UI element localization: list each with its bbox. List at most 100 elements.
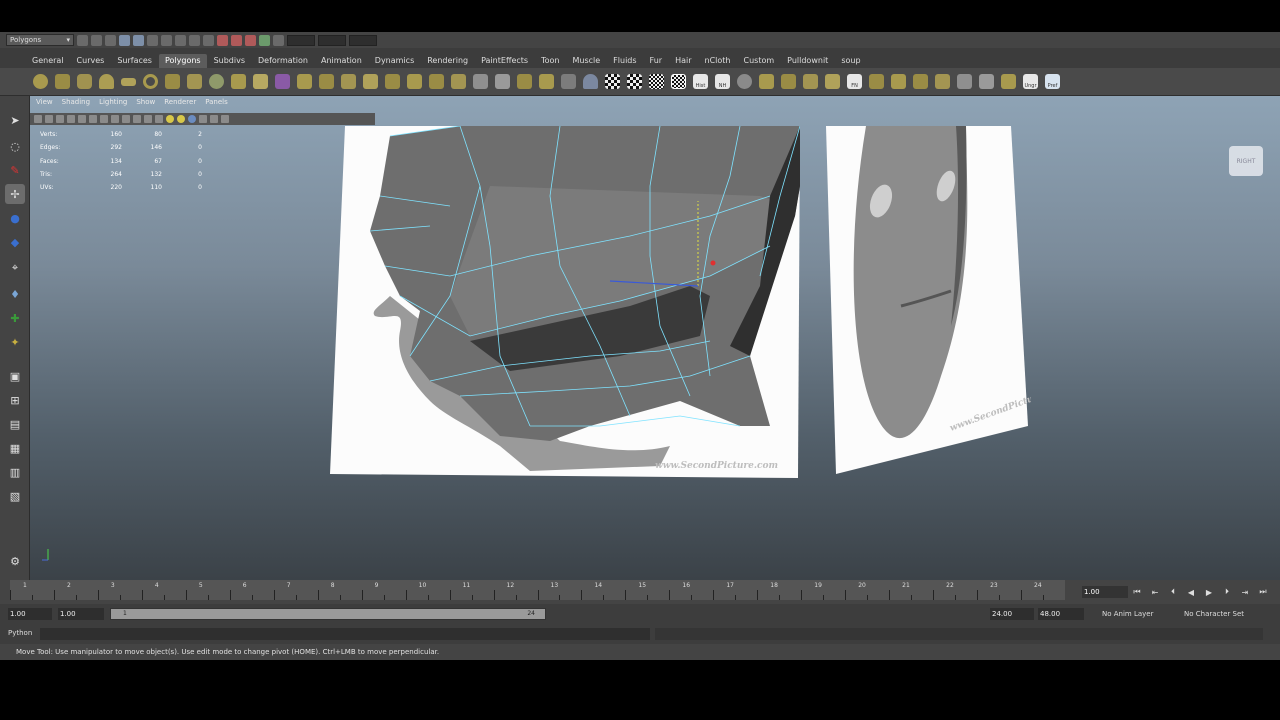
go-to-end-icon[interactable]: ⏭ (1256, 586, 1270, 598)
uv-grid-icon[interactable] (646, 71, 667, 92)
append-icon[interactable] (448, 71, 469, 92)
isolate-select-icon[interactable] (199, 115, 207, 123)
shelf-tab-polygons[interactable]: Polygons (158, 54, 207, 68)
delete-history-icon[interactable] (998, 71, 1019, 92)
time-slider[interactable]: 1 2 3 4 5 6 7 8 9 10 11 12 13 14 15 16 17 18 19 20 21 22 23 24 … (0, 580, 1280, 604)
viewport-menu-panels[interactable]: Panels (205, 98, 228, 109)
paint-select-icon[interactable]: ✎ (5, 160, 25, 180)
uv-layout-icon[interactable] (668, 71, 689, 92)
lights-icon[interactable] (166, 115, 174, 123)
cone-tool-icon[interactable] (580, 71, 601, 92)
shelf-tab-muscle[interactable]: Muscle (566, 54, 606, 68)
layout-single-icon[interactable]: ▣ (5, 366, 25, 386)
select-object-icon[interactable] (133, 34, 144, 46)
poly-sphere-icon[interactable] (30, 71, 51, 92)
soft-mod-icon[interactable]: ✚ (5, 308, 25, 328)
fn-button[interactable]: FN (844, 71, 865, 92)
extract-icon[interactable] (316, 71, 337, 92)
bridge-icon[interactable] (426, 71, 447, 92)
viewport-menu-shading[interactable]: Shading (62, 98, 90, 109)
snap-curve-icon[interactable] (175, 34, 186, 46)
move-tool-icon[interactable]: ✢ (5, 184, 25, 204)
merge-icon[interactable] (558, 71, 579, 92)
smooth-icon[interactable] (338, 71, 359, 92)
textured-icon[interactable] (155, 115, 163, 123)
poly-cube-icon[interactable] (52, 71, 73, 92)
freeze-icon[interactable] (822, 71, 843, 92)
separate-icon[interactable] (294, 71, 315, 92)
viewport[interactable]: View Shading Lighting Show Renderer Panels Ve… (30, 96, 1280, 580)
last-tool-icon[interactable]: ♦ (5, 284, 25, 304)
shadows-icon[interactable] (177, 115, 185, 123)
select-component-icon[interactable] (147, 34, 158, 46)
play-back-icon[interactable]: ◀ (1184, 586, 1198, 598)
viewport-menu-renderer[interactable]: Renderer (164, 98, 196, 109)
bookmark-icon[interactable] (56, 115, 64, 123)
mirror-icon[interactable] (382, 71, 403, 92)
go-to-start-icon[interactable]: ⏮ (1130, 586, 1144, 598)
playback-start-field[interactable]: 1.00 (58, 608, 104, 620)
resolution-gate-icon[interactable] (100, 115, 108, 123)
step-back-key-icon[interactable]: ⇤ (1148, 586, 1162, 598)
layout-side-icon[interactable]: ▤ (5, 414, 25, 434)
save-scene-icon[interactable] (105, 34, 116, 46)
shelf-tab-custom[interactable]: Custom (738, 54, 781, 68)
anim-end-field[interactable]: 48.00 (1038, 608, 1084, 620)
fill-hole-icon[interactable] (470, 71, 491, 92)
manipulator-center[interactable] (710, 260, 716, 266)
split-poly-icon[interactable] (492, 71, 513, 92)
select-tool-icon[interactable]: ➤ (5, 110, 25, 130)
anim-start-field[interactable]: 1.00 (8, 608, 52, 620)
layout-four-icon[interactable]: ⊞ (5, 390, 25, 410)
unparent-icon[interactable] (932, 71, 953, 92)
hide-icon[interactable] (954, 71, 975, 92)
layout-outliner-icon[interactable]: ▦ (5, 438, 25, 458)
snap-grid-icon[interactable] (161, 34, 172, 46)
select-hierarchy-icon[interactable] (119, 34, 130, 46)
smooth-shade-icon[interactable] (133, 115, 141, 123)
view-cube[interactable]: RIGHT (1229, 146, 1263, 176)
shelf-tab-surfaces[interactable]: Surfaces (111, 54, 158, 68)
shelf-tab-ncloth[interactable]: nCloth (699, 54, 737, 68)
poly-soccer-icon[interactable] (228, 71, 249, 92)
pref-button[interactable]: Pref (1042, 71, 1063, 92)
shelf-tab-rendering[interactable]: Rendering (421, 54, 474, 68)
step-forward-key-icon[interactable]: ⇥ (1238, 586, 1252, 598)
shelf-tab-curves[interactable]: Curves (71, 54, 111, 68)
rotate-tool-icon[interactable]: ● (5, 208, 25, 228)
command-input[interactable] (40, 628, 650, 640)
shelf-tab-soup[interactable]: soup (835, 54, 866, 68)
open-scene-icon[interactable] (91, 34, 102, 46)
new-scene-icon[interactable] (77, 34, 88, 46)
shelf-tab-animation[interactable]: Animation (315, 54, 368, 68)
menu-set-selector[interactable]: Polygons ▾ (6, 34, 74, 46)
combine-icon[interactable] (272, 71, 293, 92)
playback-end-field[interactable]: 24.00 (990, 608, 1034, 620)
nh-button[interactable]: NH (712, 71, 733, 92)
poly-platonic-icon[interactable] (250, 71, 271, 92)
lasso-tool-icon[interactable]: ◌ (5, 136, 25, 156)
show-manip-icon[interactable]: ✦ (5, 332, 25, 352)
render-icon[interactable] (217, 34, 228, 46)
ipr-render-icon[interactable] (231, 34, 242, 46)
viewport-menu-lighting[interactable]: Lighting (99, 98, 127, 109)
layout-hypershade-icon[interactable]: ▧ (5, 486, 25, 506)
shelf-tab-painteffects[interactable]: PaintEffects (475, 54, 534, 68)
shelf-tab-dynamics[interactable]: Dynamics (369, 54, 420, 68)
extrude-icon[interactable] (404, 71, 425, 92)
shelf-tab-subdivs[interactable]: Subdivs (208, 54, 251, 68)
shelf-tab-fluids[interactable]: Fluids (607, 54, 642, 68)
xray-joints-icon[interactable] (221, 115, 229, 123)
snap-together-icon[interactable] (756, 71, 777, 92)
poly-cylinder-icon[interactable] (74, 71, 95, 92)
play-forward-icon[interactable]: ▶ (1202, 586, 1216, 598)
wire-on-shaded-icon[interactable] (144, 115, 152, 123)
boolean-icon[interactable] (360, 71, 381, 92)
input-field-z[interactable] (349, 34, 377, 46)
front-reference-plane[interactable]: www.SecondPicture.com (826, 126, 1031, 476)
script-editor-icon[interactable]: ⚙ (5, 551, 25, 571)
manipulator-icon[interactable]: ⌖ (5, 258, 25, 278)
shelf-tab-toon[interactable]: Toon (535, 54, 565, 68)
history-icon[interactable] (259, 34, 270, 46)
shelf-tab-fur[interactable]: Fur (644, 54, 669, 68)
